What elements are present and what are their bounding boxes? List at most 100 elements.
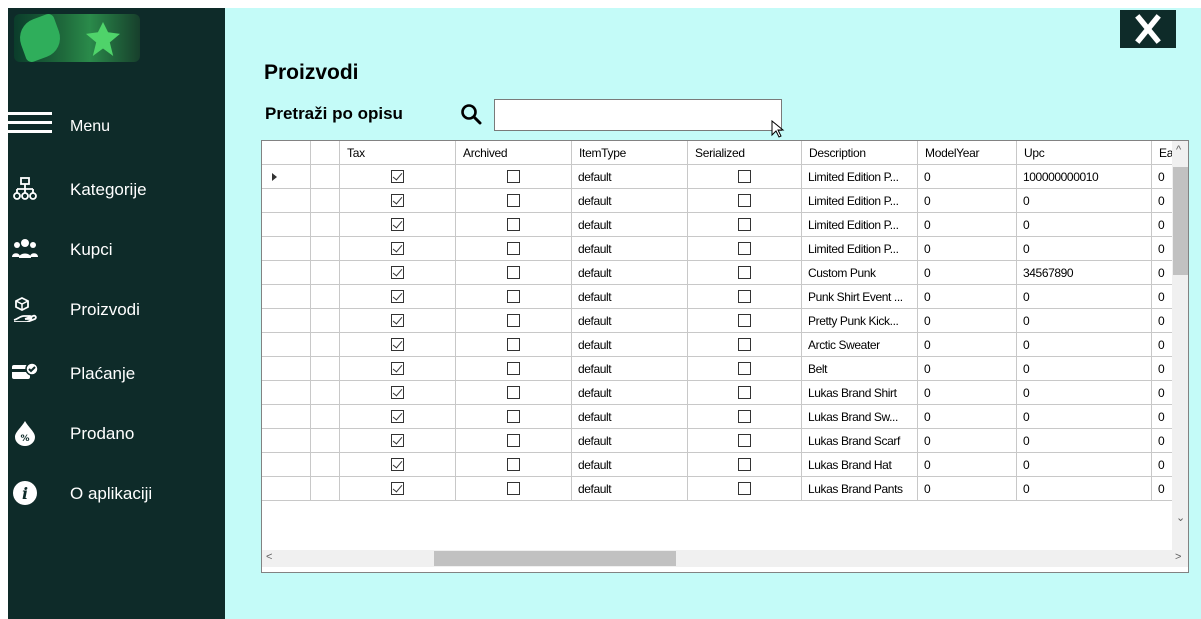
upc-cell[interactable]: 0	[1017, 213, 1152, 237]
tax-cell[interactable]	[340, 261, 456, 285]
upc-cell[interactable]: 0	[1017, 333, 1152, 357]
blank-cell[interactable]	[311, 333, 340, 357]
itemtype-cell[interactable]: default	[572, 477, 688, 501]
column-header-itemtype[interactable]: ItemType	[572, 141, 688, 165]
serialized-checkbox[interactable]	[738, 194, 751, 207]
column-header-select[interactable]	[262, 141, 311, 165]
archived-checkbox[interactable]	[507, 338, 520, 351]
serialized-checkbox[interactable]	[738, 266, 751, 279]
ea-cell[interactable]: 0	[1152, 477, 1172, 501]
modelyear-cell[interactable]: 0	[918, 429, 1017, 453]
serialized-cell[interactable]	[688, 477, 802, 501]
archived-cell[interactable]	[456, 333, 572, 357]
serialized-cell[interactable]	[688, 285, 802, 309]
tax-checkbox[interactable]	[391, 338, 404, 351]
column-header-description[interactable]: Description	[802, 141, 918, 165]
serialized-checkbox[interactable]	[738, 434, 751, 447]
table-row[interactable]: default Lukas Brand Scarf 0 0 0	[262, 429, 1172, 453]
upc-cell[interactable]: 0	[1017, 381, 1152, 405]
row-header-cell[interactable]	[262, 405, 311, 429]
upc-cell[interactable]: 100000000010	[1017, 165, 1152, 189]
archived-cell[interactable]	[456, 189, 572, 213]
archived-checkbox[interactable]	[507, 314, 520, 327]
row-header-cell[interactable]	[262, 453, 311, 477]
serialized-cell[interactable]	[688, 333, 802, 357]
archived-cell[interactable]	[456, 213, 572, 237]
serialized-checkbox[interactable]	[738, 242, 751, 255]
close-icon[interactable]	[1120, 10, 1176, 48]
modelyear-cell[interactable]: 0	[918, 357, 1017, 381]
ea-cell[interactable]: 0	[1152, 261, 1172, 285]
ea-cell[interactable]: 0	[1152, 213, 1172, 237]
tax-checkbox[interactable]	[391, 266, 404, 279]
archived-checkbox[interactable]	[507, 290, 520, 303]
archived-cell[interactable]	[456, 261, 572, 285]
menu-toggle[interactable]: Menu	[8, 108, 225, 144]
serialized-cell[interactable]	[688, 405, 802, 429]
row-header-cell[interactable]	[262, 381, 311, 405]
row-header-cell[interactable]	[262, 237, 311, 261]
archived-cell[interactable]	[456, 237, 572, 261]
row-header-cell[interactable]	[262, 477, 311, 501]
sidebar-item-kupci[interactable]: Kupci	[8, 230, 225, 270]
ea-cell[interactable]: 0	[1152, 189, 1172, 213]
blank-cell[interactable]	[311, 453, 340, 477]
itemtype-cell[interactable]: default	[572, 453, 688, 477]
tax-checkbox[interactable]	[391, 482, 404, 495]
table-row[interactable]: default Belt 0 0 0	[262, 357, 1172, 381]
modelyear-cell[interactable]: 0	[918, 213, 1017, 237]
tax-checkbox[interactable]	[391, 218, 404, 231]
blank-cell[interactable]	[311, 381, 340, 405]
scroll-down-icon[interactable]: ⌄	[1176, 511, 1185, 524]
description-cell[interactable]: Lukas Brand Sw...	[802, 405, 918, 429]
column-header-tax[interactable]: Tax	[340, 141, 456, 165]
itemtype-cell[interactable]: default	[572, 165, 688, 189]
itemtype-cell[interactable]: default	[572, 405, 688, 429]
serialized-checkbox[interactable]	[738, 410, 751, 423]
tax-checkbox[interactable]	[391, 362, 404, 375]
tax-cell[interactable]	[340, 477, 456, 501]
tax-checkbox[interactable]	[391, 170, 404, 183]
serialized-checkbox[interactable]	[738, 482, 751, 495]
description-cell[interactable]: Pretty Punk Kick...	[802, 309, 918, 333]
blank-cell[interactable]	[311, 237, 340, 261]
column-header-upc[interactable]: Upc	[1017, 141, 1152, 165]
archived-cell[interactable]	[456, 453, 572, 477]
ea-cell[interactable]: 0	[1152, 165, 1172, 189]
itemtype-cell[interactable]: default	[572, 333, 688, 357]
tax-cell[interactable]	[340, 189, 456, 213]
archived-checkbox[interactable]	[507, 362, 520, 375]
ea-cell[interactable]: 0	[1152, 381, 1172, 405]
upc-cell[interactable]: 0	[1017, 285, 1152, 309]
hamburger-icon[interactable]	[8, 112, 52, 134]
upc-cell[interactable]: 0	[1017, 189, 1152, 213]
scroll-up-icon[interactable]: ^	[1176, 144, 1181, 156]
horizontal-scrollbar[interactable]: <	[262, 550, 1172, 567]
row-header-cell[interactable]	[262, 309, 311, 333]
itemtype-cell[interactable]: default	[572, 285, 688, 309]
column-header-blank[interactable]	[311, 141, 340, 165]
tax-checkbox[interactable]	[391, 434, 404, 447]
tax-checkbox[interactable]	[391, 194, 404, 207]
serialized-checkbox[interactable]	[738, 314, 751, 327]
description-cell[interactable]: Lukas Brand Shirt	[802, 381, 918, 405]
tax-cell[interactable]	[340, 453, 456, 477]
itemtype-cell[interactable]: default	[572, 309, 688, 333]
blank-cell[interactable]	[311, 165, 340, 189]
row-header-cell[interactable]	[262, 429, 311, 453]
ea-cell[interactable]: 0	[1152, 357, 1172, 381]
row-header-cell[interactable]	[262, 285, 311, 309]
upc-cell[interactable]: 0	[1017, 429, 1152, 453]
tax-cell[interactable]	[340, 165, 456, 189]
archived-checkbox[interactable]	[507, 194, 520, 207]
description-cell[interactable]: Punk Shirt Event ...	[802, 285, 918, 309]
archived-cell[interactable]	[456, 357, 572, 381]
description-cell[interactable]: Arctic Sweater	[802, 333, 918, 357]
ea-cell[interactable]: 0	[1152, 333, 1172, 357]
serialized-cell[interactable]	[688, 189, 802, 213]
row-header-cell[interactable]	[262, 333, 311, 357]
description-cell[interactable]: Limited Edition P...	[802, 165, 918, 189]
ea-cell[interactable]: 0	[1152, 285, 1172, 309]
itemtype-cell[interactable]: default	[572, 237, 688, 261]
scroll-right-icon[interactable]: >	[1175, 551, 1181, 563]
